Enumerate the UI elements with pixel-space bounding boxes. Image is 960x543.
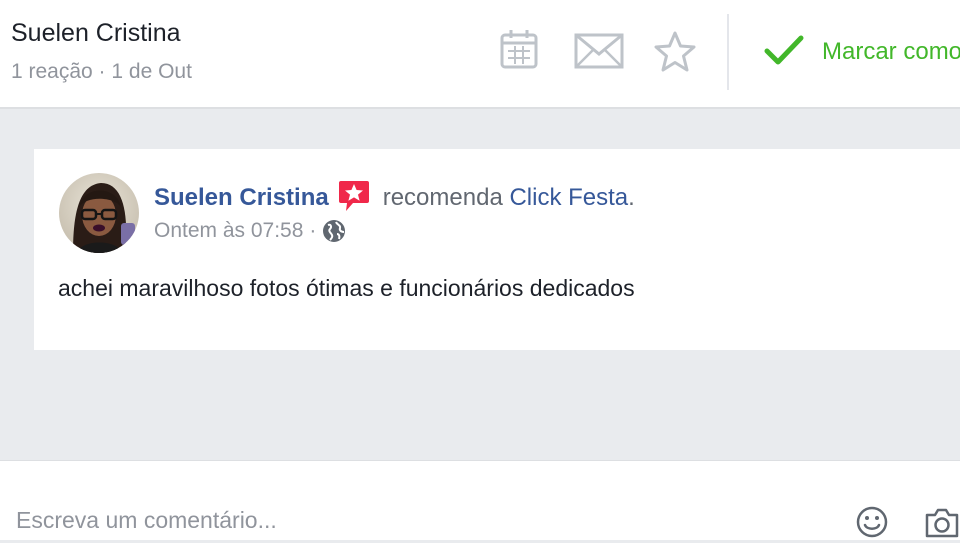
mark-done-label: Marcar como concluído [822,38,960,65]
header-divider [727,14,729,90]
post-text: achei maravilhoso fotos ótimas e funcion… [58,275,635,301]
review-meta: 1 reação · 1 de Out [11,60,192,83]
review-header: Suelen Cristina 1 reação · 1 de Out Marc… [0,0,960,109]
post-timestamp[interactable]: Ontem às 07:58 [154,219,303,243]
page-link[interactable]: Click Festa [509,184,628,212]
camera-icon[interactable] [924,508,960,543]
post-verb: recomenda [382,183,503,211]
timestamp-separator: · [309,219,317,242]
mark-done-button[interactable]: Marcar como concluído [764,30,960,74]
emoji-icon[interactable] [856,506,888,543]
recommendation-post: Suelen Cristina recomenda Click Festa . … [34,149,960,350]
review-author-name[interactable]: Suelen Cristina [11,19,181,48]
comment-input[interactable]: Escreva um comentário... [16,507,277,534]
comment-composer: Escreva um comentário... [0,460,960,540]
recommendation-badge-icon [337,179,371,220]
envelope-icon[interactable] [574,33,624,74]
star-icon[interactable] [653,30,697,77]
post-author-link[interactable]: Suelen Cristina [154,184,329,212]
globe-icon[interactable] [322,219,346,243]
avatar[interactable] [59,173,139,253]
calendar-icon[interactable] [500,28,538,75]
checkmark-icon [764,34,804,71]
post-period: . [628,183,635,211]
